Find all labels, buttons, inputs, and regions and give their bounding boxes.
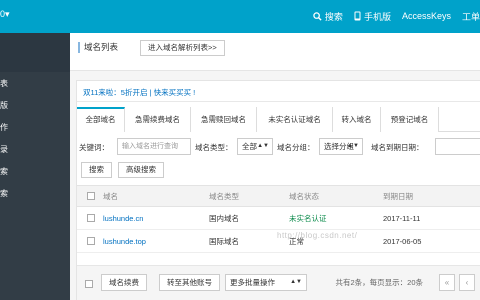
group-label: 域名分组： (277, 143, 315, 152)
sidebar-item-label: 版 (0, 100, 8, 110)
group-select[interactable]: 选择分组 ▲▼ (319, 138, 363, 155)
top-navigation-bar: 0▾ 搜索 手机版 AccessKeys 工单 (0, 0, 480, 33)
sidebar-item-template[interactable]: 版 (0, 94, 70, 116)
mobile-icon (354, 11, 361, 21)
pagination-summary: 共有2条，每页显示：20条 (335, 278, 423, 287)
sidebar-item-label: 录 (0, 144, 8, 154)
nav-ticket[interactable]: 工单 (462, 10, 480, 23)
expiry-date-input[interactable] (435, 138, 480, 155)
nav-mobile[interactable]: 手机版 (354, 10, 391, 23)
sidebar-item-label: 作 (0, 122, 8, 132)
sidebar: 表 版 作 录 索 索 (0, 33, 70, 300)
tab-renew-needed[interactable]: 急需续费域名 (125, 107, 191, 132)
batch-actions-bar: 域名续费 转至其他账号 更多批量操作 ▲▼ 共有2条，每页显示：20条 « ‹ (77, 265, 480, 300)
select-all-checkbox[interactable] (87, 186, 95, 206)
tab-preregistered[interactable]: 预登记域名 (381, 107, 439, 132)
col-domain: 域名 (103, 191, 118, 201)
sidebar-item-search-b[interactable]: 索 (0, 182, 70, 204)
tab-unverified[interactable]: 未实名认证域名 (257, 107, 333, 132)
type-label: 域名类型： (195, 143, 233, 152)
domain-tabs: 全部域名 急需续费域名 急需赎回域名 未实名认证域名 转入域名 预登记域名 (77, 107, 480, 132)
keyword-label: 关键词： (79, 143, 109, 152)
transfer-account-button[interactable]: 转至其他账号 (159, 274, 220, 291)
brand-menu[interactable]: 0▾ (0, 9, 10, 20)
domain-panel: 双11来啦：5折开启 | 快来买买买 ! 全部域名 急需续费域名 急需赎回域名 … (76, 80, 480, 300)
enter-dns-list-button[interactable]: 进入域名解析列表>> (140, 40, 225, 56)
batch-select-value: 更多批量操作 (230, 278, 275, 287)
row-checkbox[interactable] (87, 230, 95, 252)
batch-operations-select[interactable]: 更多批量操作 ▲▼ (225, 274, 307, 291)
domain-status-link[interactable]: 未实名认证 (289, 207, 327, 229)
sidebar-header (0, 33, 70, 72)
nav-accesskeys-label: AccessKeys (401, 11, 451, 21)
tab-transfer-in[interactable]: 转入域名 (333, 107, 381, 132)
search-button[interactable]: 搜索 (81, 162, 112, 178)
divider (77, 101, 480, 102)
domain-status: 正常 (289, 236, 304, 246)
page-title: 域名列表 (78, 42, 118, 53)
promo-link[interactable]: 双11来啦：5折开启 | 快来买买买 ! (83, 87, 195, 99)
top-nav-links: 搜索 手机版 AccessKeys 工单 (313, 9, 480, 23)
nav-search[interactable]: 搜索 (313, 10, 343, 23)
nav-ticket-label: 工单 (461, 11, 480, 22)
advanced-search-button[interactable]: 高级搜索 (118, 162, 164, 178)
table-row: lushunde.cn 国内域名 未实名认证 2017-11-11 (77, 207, 480, 230)
domain-link[interactable]: lushunde.top (103, 230, 146, 252)
bottom-select-all-checkbox[interactable] (85, 280, 93, 288)
sidebar-item-search-a[interactable]: 索 (0, 160, 70, 182)
search-icon (313, 11, 322, 21)
expiry-label: 域名到期日期： (371, 143, 424, 152)
domain-table: 域名 域名类型 域名状态 到期日期 lushunde.cn 国内域名 未实名认证… (77, 185, 480, 253)
domain-link[interactable]: lushunde.cn (103, 207, 143, 229)
expiry-date: 2017-06-05 (383, 236, 422, 246)
chevron-down-icon: ▲▼ (347, 143, 359, 149)
first-page-button[interactable]: « (439, 274, 455, 291)
chevron-down-icon: ▲▼ (257, 143, 269, 149)
page-header: 域名列表 进入域名解析列表>> (70, 33, 480, 71)
expiry-date: 2017-11-11 (383, 213, 421, 223)
type-select-value: 全部 (242, 142, 257, 151)
domain-type: 国际域名 (209, 236, 239, 246)
nav-accesskeys[interactable]: AccessKeys (402, 11, 451, 21)
col-expiry: 到期日期 (383, 191, 413, 201)
sidebar-item-operations[interactable]: 作 (0, 116, 70, 138)
nav-search-label: 搜索 (324, 11, 343, 22)
keyword-input[interactable]: 输入域名进行查询 (117, 138, 191, 155)
main-content: 域名列表 进入域名解析列表>> 双11来啦：5折开启 | 快来买买买 ! 全部域… (70, 33, 480, 300)
renew-button[interactable]: 域名续费 (101, 274, 147, 291)
sidebar-item-domain-list[interactable]: 表 (0, 72, 70, 94)
domain-type: 国内域名 (209, 213, 239, 223)
search-actions: 搜索 高级搜索 (81, 162, 164, 178)
tab-redeem-needed[interactable]: 急需赎回域名 (191, 107, 257, 132)
col-type: 域名类型 (209, 191, 239, 201)
filter-bar: 关键词： 输入域名进行查询 域名类型： 全部 ▲▼ 域名分组： 选择分组 ▲▼ … (77, 138, 480, 156)
sidebar-item-label: 索 (0, 166, 8, 176)
nav-mobile-label: 手机版 (363, 11, 391, 22)
prev-page-button[interactable]: ‹ (459, 274, 475, 291)
chevron-down-icon: ▲▼ (290, 279, 302, 285)
table-row: lushunde.top 国际域名 正常 2017-06-05 (77, 230, 480, 253)
col-status: 域名状态 (289, 191, 319, 201)
tab-all-domains[interactable]: 全部域名 (77, 107, 125, 132)
type-select[interactable]: 全部 ▲▼ (237, 138, 273, 155)
table-header: 域名 域名类型 域名状态 到期日期 (77, 185, 480, 207)
sidebar-item-label: 表 (0, 78, 8, 88)
sidebar-item-records[interactable]: 录 (0, 138, 70, 160)
sidebar-item-label: 索 (0, 188, 8, 198)
row-checkbox[interactable] (87, 207, 95, 229)
